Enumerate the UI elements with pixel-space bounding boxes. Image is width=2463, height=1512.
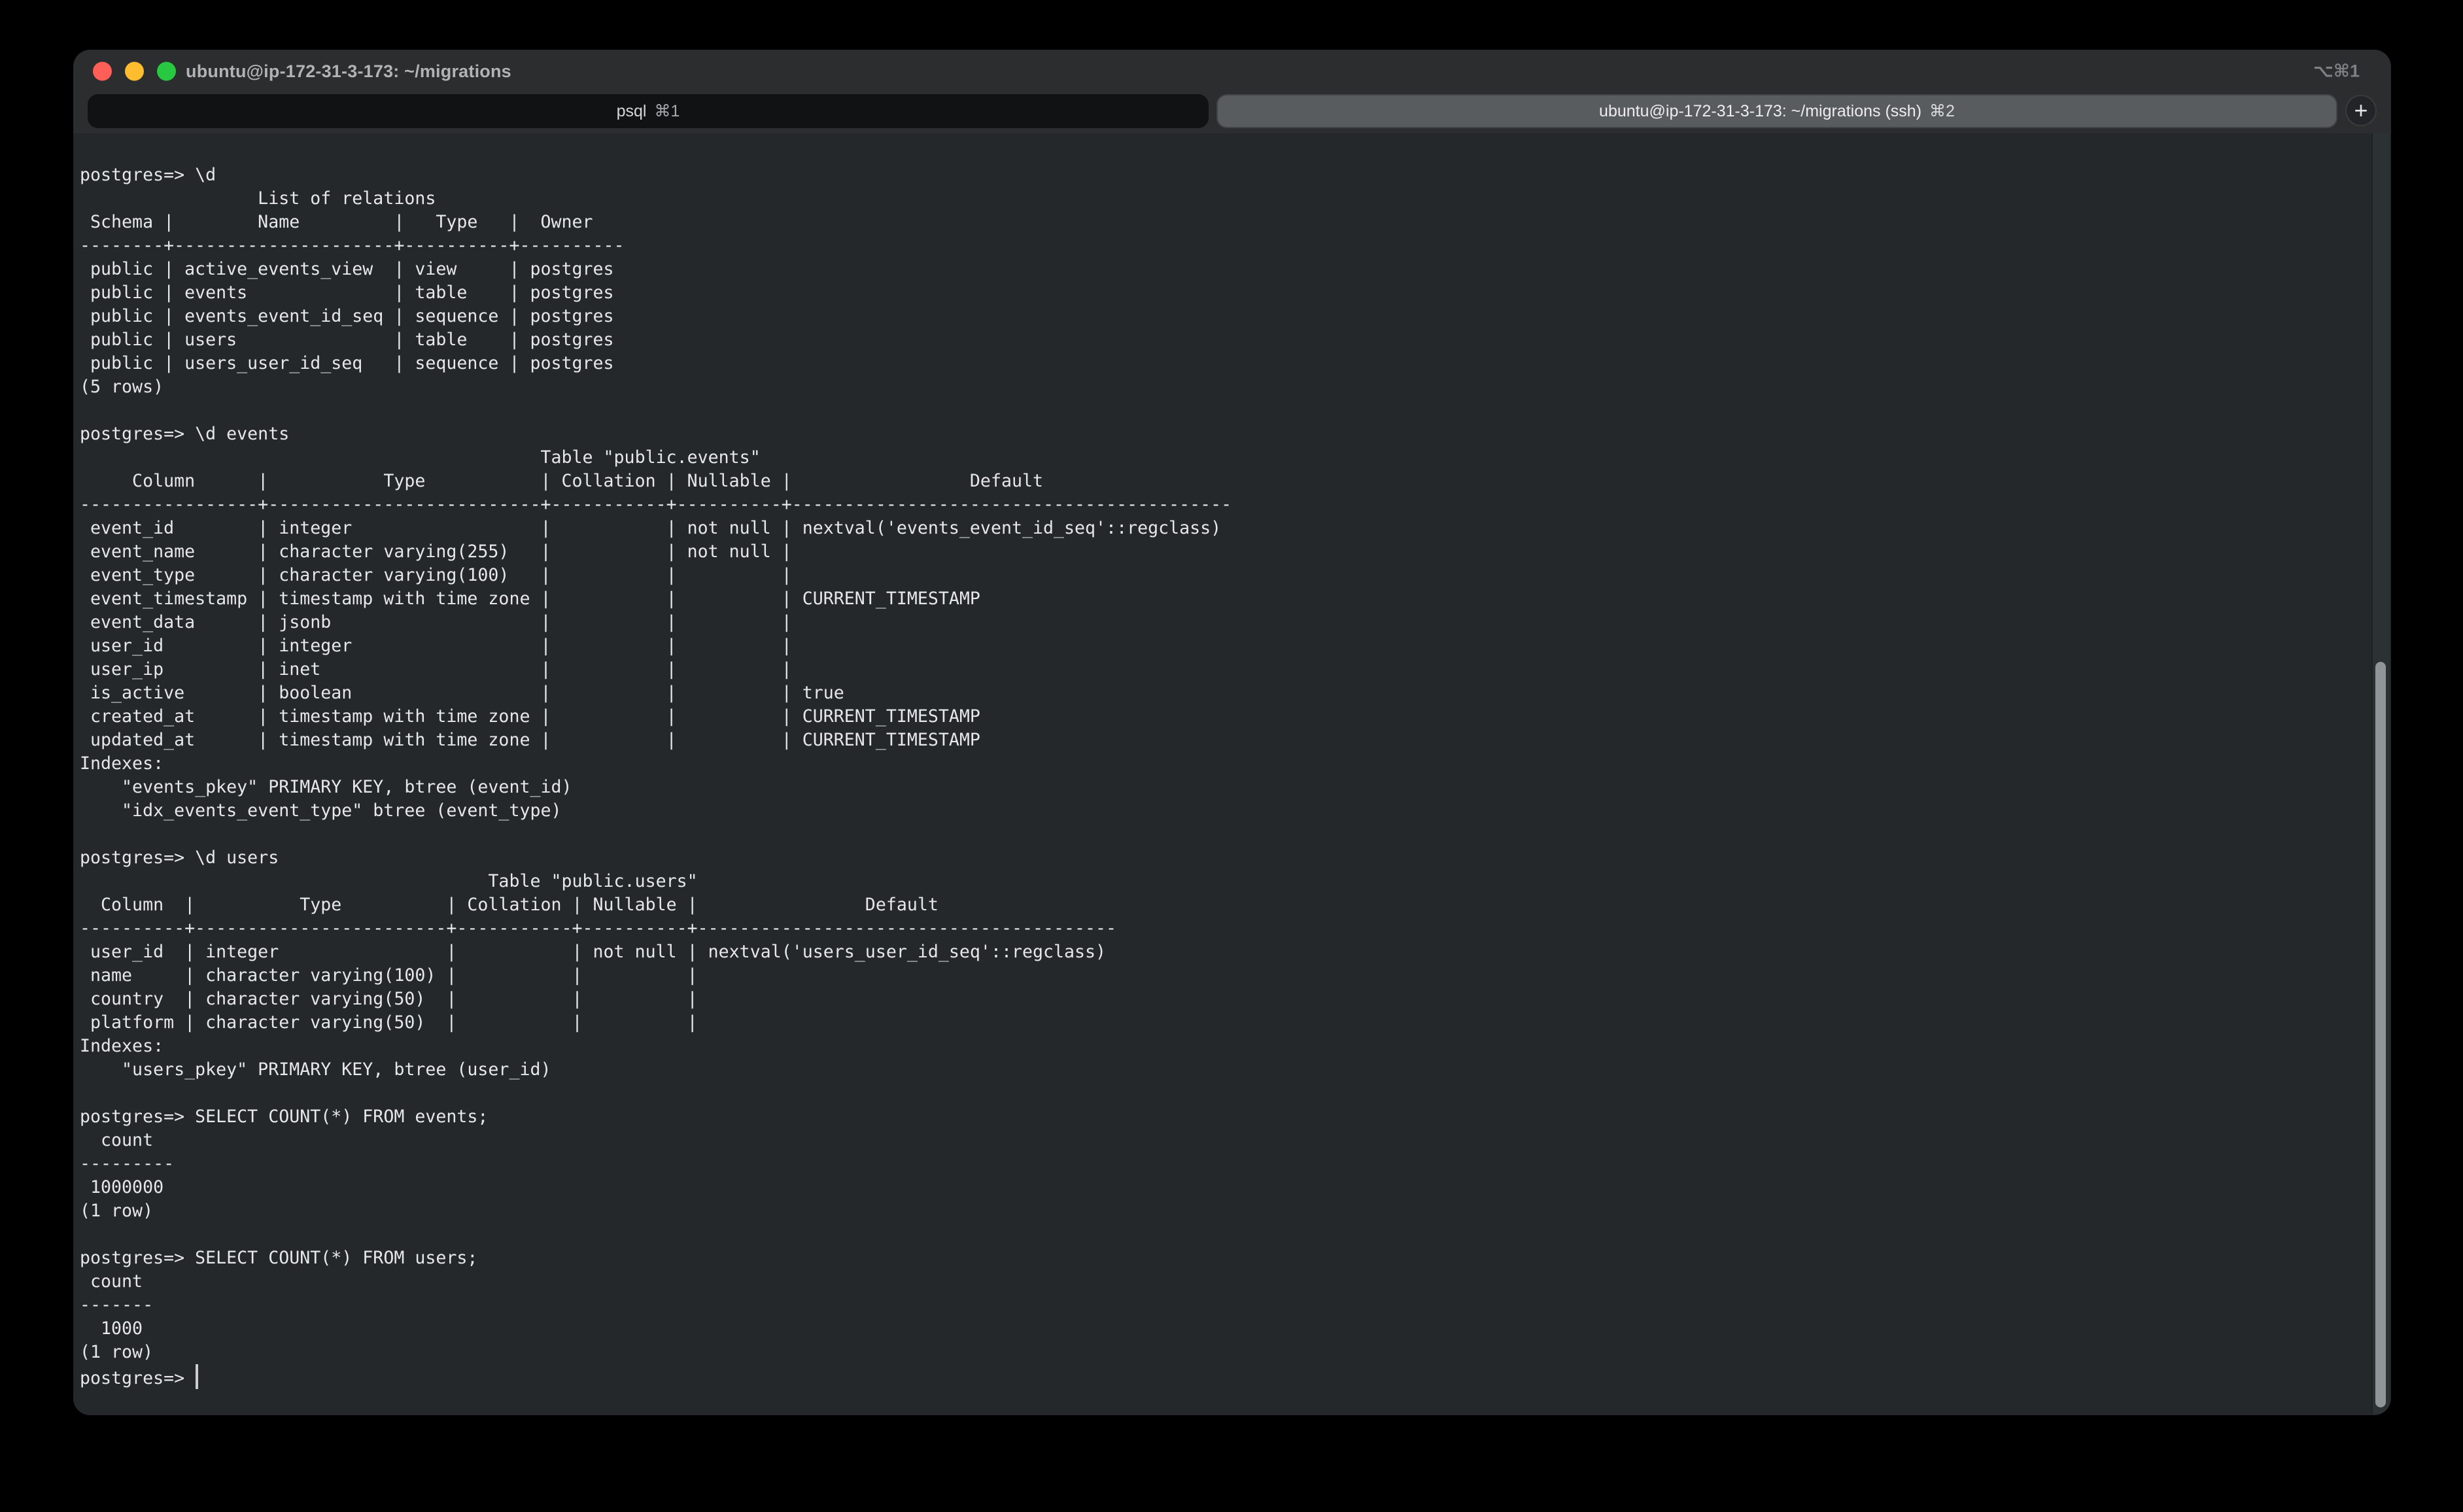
plus-icon: + xyxy=(2354,99,2368,122)
tab-bar: psql ⌘1 ubuntu@ip-172-31-3-173: ~/migrat… xyxy=(73,93,2391,135)
tab-psql[interactable]: psql ⌘1 xyxy=(88,94,1209,128)
prompt-line: postgres=> xyxy=(73,1364,2391,1390)
tab-shortcut-hint: ⌘2 xyxy=(1929,101,1955,121)
window-shortcut-hint: ⌥⌘1 xyxy=(2313,61,2360,82)
tab-shortcut-hint: ⌘1 xyxy=(654,101,680,121)
terminal-output: postgres=> \d List of relations Schema |… xyxy=(73,133,2391,1364)
tab-label: ubuntu@ip-172-31-3-173: ~/migrations (ss… xyxy=(1599,102,1921,121)
new-tab-button[interactable]: + xyxy=(2345,95,2377,126)
fullscreen-button[interactable] xyxy=(157,62,176,81)
terminal-window: ubuntu@ip-172-31-3-173: ~/migrations ⌥⌘1… xyxy=(73,50,2391,1415)
scrollbar[interactable] xyxy=(2371,133,2390,1414)
text-cursor xyxy=(196,1364,198,1389)
tab-ssh[interactable]: ubuntu@ip-172-31-3-173: ~/migrations (ss… xyxy=(1216,94,2337,128)
shell-prompt: postgres=> xyxy=(80,1368,195,1388)
close-button[interactable] xyxy=(93,62,112,81)
window-title: ubuntu@ip-172-31-3-173: ~/migrations xyxy=(186,61,511,82)
tab-label: psql xyxy=(617,102,647,121)
traffic-lights xyxy=(93,62,176,81)
minimize-button[interactable] xyxy=(125,62,144,81)
scrollbar-thumb[interactable] xyxy=(2375,662,2386,1407)
terminal-content[interactable]: postgres=> \d List of relations Schema |… xyxy=(73,133,2391,1415)
title-bar[interactable]: ubuntu@ip-172-31-3-173: ~/migrations ⌥⌘1 xyxy=(73,50,2391,93)
